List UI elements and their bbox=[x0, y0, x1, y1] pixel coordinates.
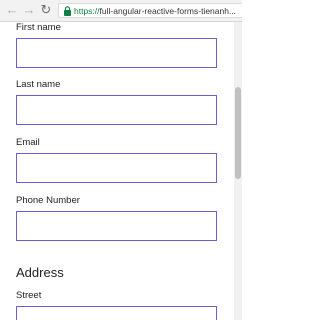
last-name-label: Last name bbox=[16, 79, 61, 90]
email-label: Email bbox=[16, 137, 40, 148]
lock-icon bbox=[64, 6, 71, 16]
last-name-input[interactable] bbox=[16, 95, 217, 125]
reload-icon[interactable]: ↻ bbox=[38, 2, 54, 18]
browser-toolbar: ← → ↻ https://full-angular-reactive-form… bbox=[0, 0, 242, 22]
address-heading: Address bbox=[16, 265, 64, 280]
url-text: https://full-angular-reactive-forms-tien… bbox=[74, 5, 236, 17]
street-label: Street bbox=[16, 290, 42, 301]
url-path: full-angular-reactive-forms-tienanh... bbox=[99, 6, 237, 16]
url-scheme: https:// bbox=[74, 6, 100, 16]
email-input[interactable] bbox=[16, 153, 217, 183]
phone-number-input[interactable] bbox=[16, 211, 217, 241]
address-bar[interactable]: https://full-angular-reactive-forms-tien… bbox=[58, 3, 242, 18]
form-page: First name Last name Email Phone Number … bbox=[0, 22, 236, 320]
page-scrollbar[interactable] bbox=[234, 22, 242, 320]
back-arrow-icon[interactable]: ← bbox=[4, 2, 20, 18]
street-input[interactable] bbox=[16, 306, 217, 320]
scrollbar-thumb[interactable] bbox=[235, 87, 241, 179]
first-name-label: First name bbox=[16, 22, 61, 33]
first-name-input[interactable] bbox=[16, 38, 217, 68]
phone-number-label: Phone Number bbox=[16, 195, 80, 206]
forward-arrow-icon[interactable]: → bbox=[21, 2, 37, 18]
